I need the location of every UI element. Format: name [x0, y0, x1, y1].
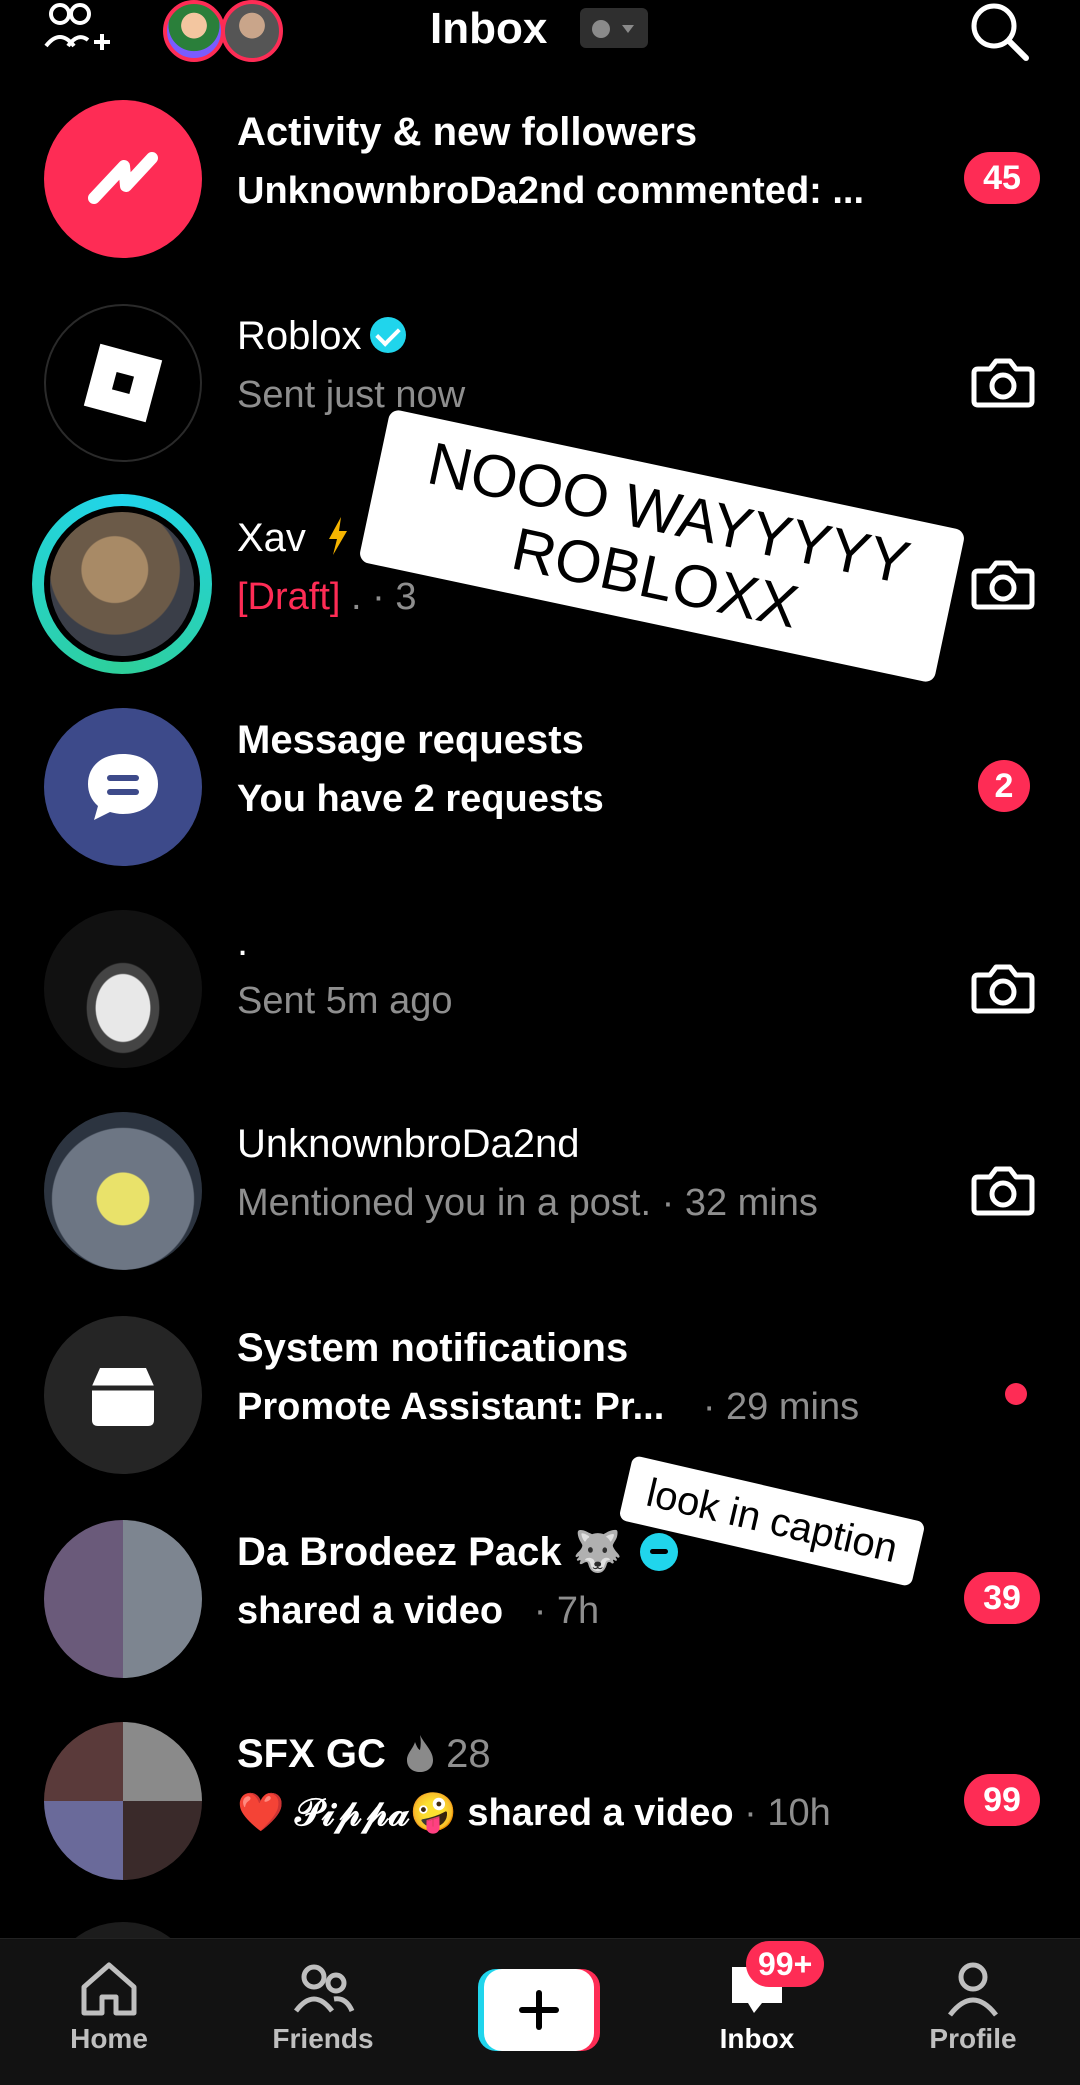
row-title: Xav — [237, 512, 351, 564]
row-subtitle: Promote Assistant: Pr... · 29 mins — [237, 1382, 859, 1432]
unread-badge: 39 — [964, 1572, 1040, 1624]
nav-label: Profile — [929, 2023, 1017, 2054]
create-button[interactable] — [478, 1969, 600, 2051]
verified-icon — [369, 317, 406, 353]
nav-friends[interactable]: Friends — [238, 1959, 408, 2069]
row-title: Activity & new followers — [237, 110, 698, 154]
timestamp: · 29 mins — [702, 1386, 860, 1428]
story-avatar[interactable] — [163, 0, 225, 62]
nav-label: Friends — [272, 2023, 374, 2054]
row-title: UnknownbroDa2nd — [237, 1122, 580, 1166]
row-title: Da Brodeez Pack 🐺 — [237, 1526, 678, 1578]
list-item-system-notifications[interactable]: System notifications Promote Assistant: … — [0, 1294, 1080, 1494]
profile-icon — [948, 1962, 998, 2017]
row-subtitle: shared a video · 7h — [237, 1586, 599, 1636]
avatar — [44, 304, 202, 462]
row-subtitle: Sent just now — [237, 374, 466, 416]
nav-label: Home — [70, 2023, 148, 2054]
row-subtitle: Sent 5m ago — [237, 980, 453, 1022]
nav-home[interactable]: Home — [24, 1959, 194, 2069]
timestamp: · 10h — [744, 1792, 831, 1834]
stories-avatars[interactable] — [163, 0, 293, 66]
chevron-down-icon — [622, 25, 634, 33]
camera-icon[interactable] — [970, 551, 1036, 617]
add-friends-icon[interactable] — [42, 2, 114, 56]
row-title: System notifications — [237, 1326, 629, 1370]
avatar — [44, 1112, 202, 1270]
avatar — [32, 494, 212, 674]
streak-count: 28 — [446, 1732, 491, 1776]
unread-badge: 2 — [978, 760, 1030, 812]
nav-label: Inbox — [719, 2023, 795, 2054]
chat-name: Roblox — [237, 314, 362, 358]
row-subtitle: Mentioned you in a post. · 32 mins — [237, 1182, 818, 1224]
unread-dot — [1005, 1383, 1027, 1405]
lightning-icon — [329, 517, 348, 555]
notification-preview: Promote Assistant: Pr... — [237, 1386, 665, 1428]
row-subtitle: ❤️ 𝒫𝒾𝓅𝓅𝒶🤪 shared a video · 10h — [237, 1788, 831, 1838]
friends-icon — [294, 1964, 355, 2013]
status-dot-icon — [592, 20, 610, 38]
chat-bubble-icon — [88, 754, 158, 820]
page-title: Inbox — [430, 4, 548, 53]
list-item-message-requests[interactable]: Message requests You have 2 requests 2 — [0, 686, 1080, 886]
chat-name: Xav — [237, 516, 306, 560]
timestamp: · 7h — [533, 1590, 600, 1632]
nav-profile[interactable]: Profile — [888, 1959, 1058, 2069]
list-item-chat[interactable]: . Sent 5m ago — [0, 888, 1080, 1088]
online-status-toggle[interactable] — [580, 8, 648, 48]
roblox-logo-icon — [83, 343, 163, 423]
list-item-activity[interactable]: Activity & new followers UnknownbroDa2nd… — [0, 78, 1080, 278]
draft-label: [Draft] — [237, 576, 341, 618]
activity-avatar — [44, 100, 202, 258]
lightning-icon — [88, 152, 158, 204]
story-avatar[interactable] — [221, 0, 283, 62]
avatar — [44, 1722, 202, 1880]
avatar-photo — [50, 512, 194, 656]
list-item-chat[interactable]: UnknownbroDa2nd Mentioned you in a post.… — [0, 1090, 1080, 1290]
system-avatar — [44, 1316, 202, 1474]
camera-icon[interactable] — [970, 349, 1036, 415]
row-title: SFX GC 28 — [237, 1728, 491, 1780]
unread-badge: 45 — [964, 152, 1040, 204]
message-requests-avatar — [44, 708, 202, 866]
row-title: Message requests — [237, 718, 584, 762]
row-title: Roblox — [237, 310, 406, 362]
row-subtitle: UnknownbroDa2nd commented: ... — [237, 170, 865, 212]
chat-name: Da Brodeez Pack 🐺 — [237, 1530, 623, 1574]
list-item-group-chat[interactable]: SFX GC 28 ❤️ 𝒫𝒾𝓅𝓅𝒶🤪 shared a video · 10h… — [0, 1700, 1080, 1900]
bottom-navigation: Home Friends Inbox 99+ Profile — [0, 1938, 1080, 2085]
draft-preview: . · 3 — [340, 576, 417, 618]
search-icon[interactable] — [968, 0, 1032, 64]
top-bar: Inbox — [0, 0, 1080, 70]
avatar — [44, 910, 202, 1068]
row-title: . — [237, 920, 249, 964]
avatar — [44, 1520, 202, 1678]
row-subtitle: You have 2 requests — [237, 778, 604, 820]
camera-icon[interactable] — [970, 955, 1036, 1021]
chat-name: SFX GC — [237, 1732, 386, 1776]
inbox-badge: 99+ — [746, 1941, 825, 1987]
camera-icon[interactable] — [970, 1157, 1036, 1223]
last-message: shared a video — [237, 1590, 504, 1632]
home-icon — [81, 1962, 137, 2016]
last-message: ❤️ 𝒫𝒾𝓅𝓅𝒶🤪 shared a video — [237, 1792, 734, 1834]
inbox-tray-icon — [92, 1368, 154, 1426]
row-subtitle: [Draft] . · 3 — [237, 572, 417, 622]
flame-icon — [407, 1735, 434, 1772]
chat-bubble-icon — [639, 1533, 678, 1571]
unread-badge: 99 — [964, 1774, 1040, 1826]
